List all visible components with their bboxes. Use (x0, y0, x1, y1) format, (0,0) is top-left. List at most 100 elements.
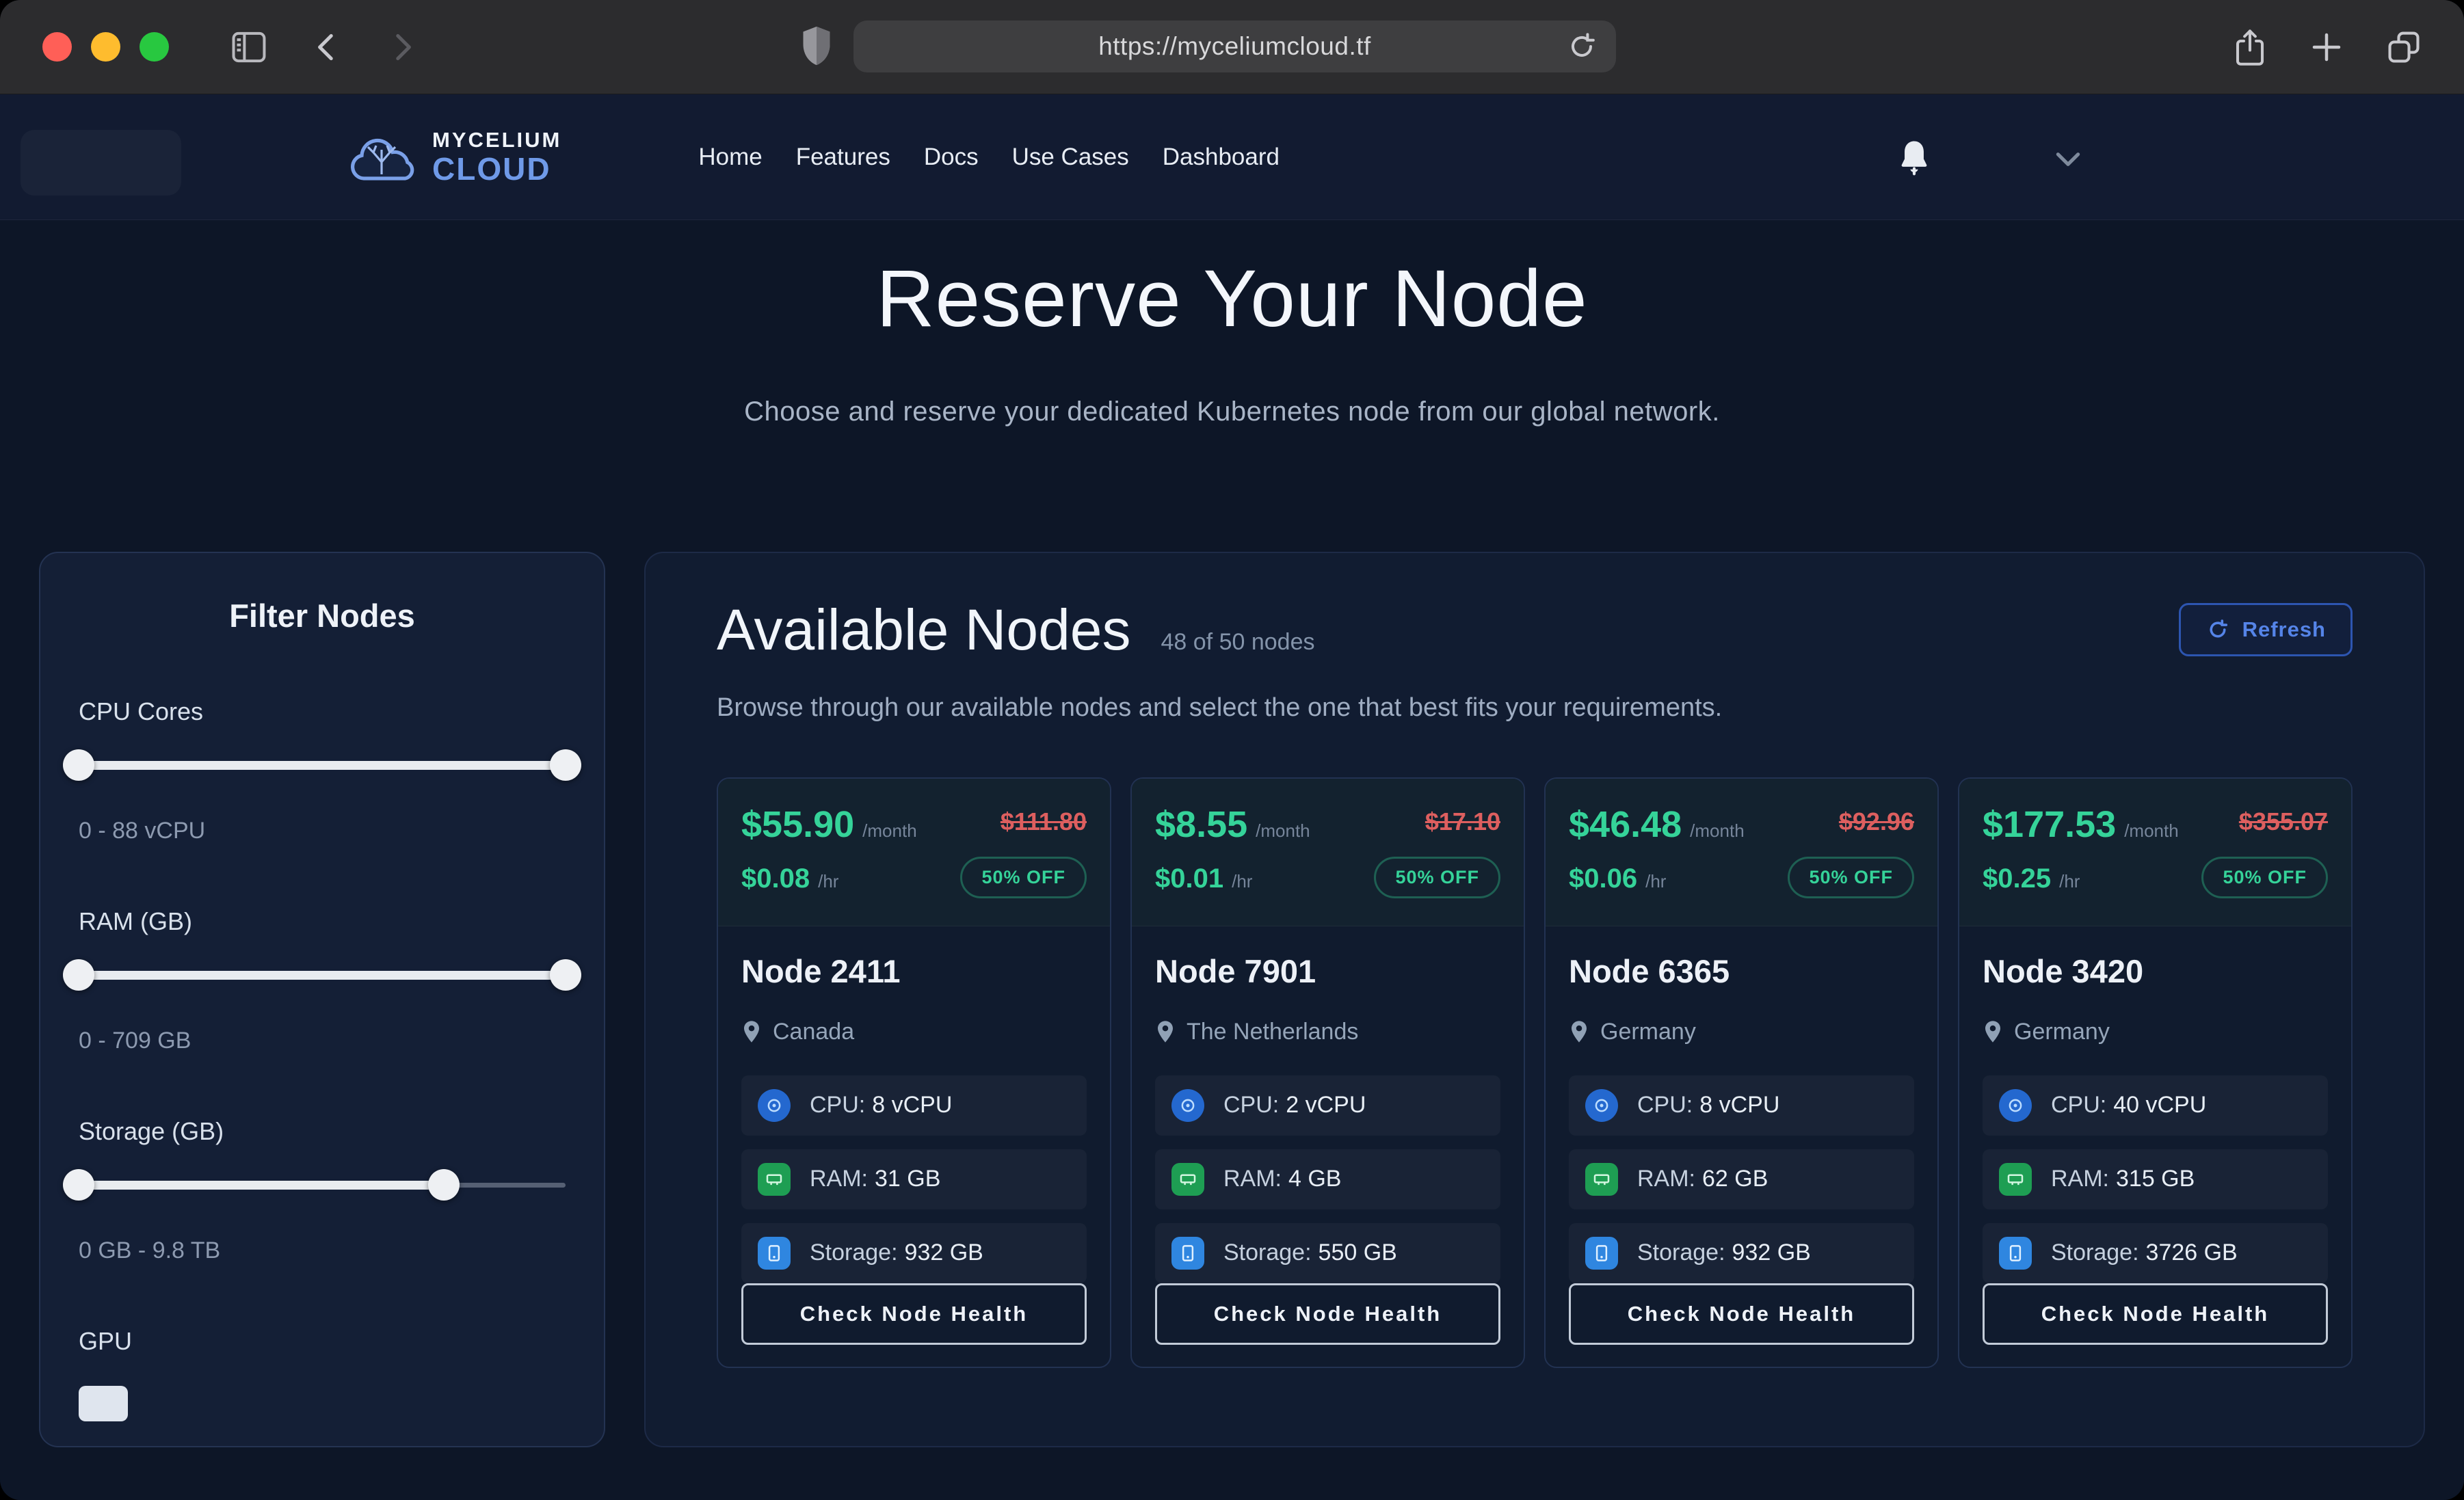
card-price-header: $46.48 /month $0.06 /hr $92.96 50% OFF (1546, 779, 1937, 926)
share-icon[interactable] (2231, 27, 2268, 68)
ram-icon (1171, 1163, 1204, 1196)
shield-icon[interactable] (799, 23, 834, 68)
node-card: $55.90 /month $0.08 /hr $111.80 50% OFF … (717, 777, 1111, 1368)
available-nodes-panel: Available Nodes 48 of 50 nodes Refresh B… (644, 552, 2425, 1447)
storage-label: Storage: (1637, 1240, 1725, 1265)
slider-thumb-min[interactable] (63, 959, 94, 991)
storage-label: Storage: (2051, 1240, 2139, 1265)
node-location: Germany (1600, 1019, 1696, 1045)
slider-thumb-max[interactable] (550, 749, 581, 781)
nav-links: Home Features Docs Use Cases Dashboard (698, 144, 1280, 171)
check-node-health-button[interactable]: Check Node Health (1155, 1283, 1500, 1345)
nav-link-docs[interactable]: Docs (924, 144, 979, 171)
browser-window: https://myceliumcloud.tf (0, 0, 2464, 1500)
filter-label: CPU Cores (79, 697, 566, 726)
check-node-health-button[interactable]: Check Node Health (1983, 1283, 2328, 1345)
price-monthly: $177.53 (1983, 803, 2116, 846)
range-slider[interactable] (79, 1169, 566, 1201)
gpu-checkbox[interactable] (79, 1386, 128, 1421)
price-hourly: $0.08 (741, 863, 810, 894)
node-location: Canada (773, 1019, 854, 1045)
page: MYCELIUM CLOUD Home Features Docs Use Cases… (0, 94, 2464, 1500)
tabs-icon[interactable] (2385, 28, 2423, 66)
new-tab-icon[interactable] (2308, 29, 2345, 66)
refresh-button[interactable]: Refresh (2179, 603, 2353, 656)
price-original: $92.96 (1839, 807, 1914, 836)
page-subtitle: Choose and reserve your dedicated Kubern… (0, 397, 2464, 427)
node-name: Node 7901 (1155, 952, 1500, 990)
spec-list: CPU:8 vCPU RAM:62 GB Storage:932 GB (1569, 1075, 1914, 1283)
node-name: Node 3420 (1983, 952, 2328, 990)
range-slider[interactable] (79, 749, 566, 781)
ram-label: RAM: (2051, 1166, 2109, 1192)
storage-value: 550 GB (1319, 1240, 1397, 1265)
nav-link-features[interactable]: Features (796, 144, 890, 171)
slider-thumb-max[interactable] (550, 959, 581, 991)
card-body: Node 6365 Germany CPU:8 vCPU RAM:62 GB (1546, 926, 1937, 1367)
storage-label: Storage: (810, 1240, 898, 1265)
card-body: Node 3420 Germany CPU:40 vCPU RAM:315 GB (1959, 926, 2351, 1367)
hero-section: Reserve Your Node Choose and reserve you… (0, 220, 2464, 427)
filter-label: RAM (GB) (79, 907, 566, 936)
price-original: $111.80 (1001, 807, 1087, 836)
location-pin-icon (1155, 1019, 1176, 1044)
cpu-value: 8 vCPU (1699, 1092, 1779, 1118)
filter-label: Storage (GB) (79, 1117, 566, 1146)
slider-fill (79, 1181, 444, 1190)
discount-badge: 50% OFF (960, 857, 1087, 898)
ram-label: RAM: (810, 1166, 868, 1192)
spec-list: CPU:8 vCPU RAM: 31 GB Storage: 932 GB (741, 1075, 1087, 1283)
refresh-icon (2205, 617, 2230, 642)
ram-value: 4 GB (1288, 1166, 1341, 1192)
bell-icon[interactable] (1893, 137, 1935, 183)
cpu-label: CPU: (1223, 1092, 1279, 1118)
spec-row-storage: Storage:550 GB (1155, 1223, 1500, 1283)
price-hourly: $0.01 (1155, 863, 1223, 894)
location-pin-icon (1569, 1019, 1589, 1044)
per-month-label: /month (1690, 820, 1745, 842)
cpu-label: CPU: (2051, 1092, 2106, 1118)
minimize-window-button[interactable] (91, 32, 120, 62)
ram-icon (758, 1163, 791, 1196)
url-bar[interactable]: https://myceliumcloud.tf (853, 21, 1616, 72)
nodes-count: 48 of 50 nodes (1161, 629, 1315, 656)
page-title: Reserve Your Node (0, 253, 2464, 346)
chevron-down-icon[interactable] (2053, 148, 2083, 174)
storage-value: 932 GB (905, 1240, 983, 1265)
window-controls (42, 32, 169, 62)
range-slider[interactable] (79, 959, 566, 991)
nav-link-dashboard[interactable]: Dashboard (1163, 144, 1280, 171)
nav-link-home[interactable]: Home (698, 144, 762, 171)
content-row: Filter Nodes CPU Cores 0 - 88 vCPU RAM (… (0, 552, 2464, 1447)
back-icon[interactable] (310, 29, 344, 66)
slider-thumb-min[interactable] (63, 1169, 94, 1201)
check-node-health-button[interactable]: Check Node Health (741, 1283, 1087, 1345)
card-body: Node 7901 The Netherlands CPU:2 vCPU RAM… (1132, 926, 1524, 1367)
forward-icon[interactable] (385, 29, 419, 66)
slider-thumb-min[interactable] (63, 749, 94, 781)
ram-value: 31 GB (875, 1166, 940, 1192)
nodes-panel-subtitle: Browse through our available nodes and s… (717, 693, 2353, 723)
card-price-header: $8.55 /month $0.01 /hr $17.10 50% OFF (1132, 779, 1524, 926)
cpu-value: 2 vCPU (1286, 1092, 1366, 1118)
nodes-panel-title: Available Nodes (717, 597, 1131, 663)
price-original: $17.10 (1425, 807, 1500, 836)
storage-icon (1585, 1237, 1618, 1270)
price-monthly: $55.90 (741, 803, 854, 846)
reload-icon[interactable] (1565, 30, 1598, 63)
storage-value: 3726 GB (2146, 1240, 2238, 1265)
check-node-health-button[interactable]: Check Node Health (1569, 1283, 1914, 1345)
spec-row-cpu: CPU: 2 vCPU (1155, 1075, 1500, 1136)
site-logo[interactable]: MYCELIUM CLOUD (346, 129, 561, 185)
slider-thumb-max[interactable] (428, 1169, 460, 1201)
per-hour-label: /hr (2059, 871, 2080, 892)
spec-row-cpu: CPU:8 vCPU (741, 1075, 1087, 1136)
nav-link-use-cases[interactable]: Use Cases (1012, 144, 1129, 171)
ram-value: 62 GB (1702, 1166, 1768, 1192)
storage-value: 932 GB (1732, 1240, 1811, 1265)
price-monthly: $46.48 (1569, 803, 1682, 846)
sidebar-toggle-icon[interactable] (229, 29, 269, 65)
per-month-label: /month (2124, 820, 2179, 842)
zoom-window-button[interactable] (140, 32, 169, 62)
close-window-button[interactable] (42, 32, 72, 62)
